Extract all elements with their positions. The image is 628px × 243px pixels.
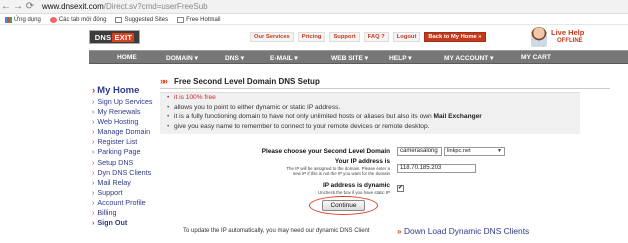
domain-suffix-select[interactable]: linkpc.net ▼ xyxy=(444,147,505,156)
bookmark-label: Ứng dụng xyxy=(14,16,41,23)
feature-item: give you easy name to remember to connec… xyxy=(160,122,580,132)
sidebar-item-sign-out[interactable]: Sign Out xyxy=(88,218,178,228)
top-links: Our Services Pricing Support FAQ ? Logou… xyxy=(250,31,490,42)
domain-label: Please choose your Second Level Domain xyxy=(261,148,390,155)
bookmark-label: Các tab mới đóng xyxy=(58,16,107,23)
page-icon xyxy=(177,16,185,23)
nav-domain[interactable]: DOMAIN ▾ xyxy=(166,54,198,62)
domain-suffix-value: linkpc.net xyxy=(447,148,471,154)
page-icon xyxy=(115,16,123,23)
dynamic-ip-hint: Uncheck the box if you have static IP xyxy=(318,190,390,195)
sidebar-item-setup-dns[interactable]: Setup DNS xyxy=(88,158,178,168)
address-bar-row: ← → ⟳ www.dnsexit.com/Direct.sv?cmd=user… xyxy=(0,0,628,14)
forward-icon[interactable]: → xyxy=(12,1,24,13)
bookmark-suggested-sites[interactable]: Suggested Sites xyxy=(115,16,169,23)
faq-link[interactable]: FAQ ? xyxy=(363,31,389,42)
support-link[interactable]: Support xyxy=(329,31,360,42)
logo-exit-text: EXIT xyxy=(112,32,135,42)
double-chevron-icon: »» xyxy=(160,76,168,86)
bottom-note: To update the IP automatically, you may … xyxy=(183,228,370,234)
sidebar-item-mail-relay[interactable]: Mail Relay xyxy=(88,178,178,188)
sidebar-item-account-profile[interactable]: Account Profile xyxy=(88,198,178,208)
main-nav: HOME DOMAIN ▾ DNS ▾ E-MAIL ▾ WEB SITE ▾ … xyxy=(89,50,628,64)
sidebar-item-billing[interactable]: Billing xyxy=(88,208,178,218)
features-list: it is 100% free allows you to point to e… xyxy=(160,92,580,134)
feature-item: it is a fully functioning domain to have… xyxy=(160,112,580,122)
feature-bold-text: Mail Exchanger xyxy=(433,113,482,121)
bookmark-apps[interactable]: Ứng dụng xyxy=(5,16,41,23)
page-title-row: »» Free Second Level Domain DNS Setup xyxy=(160,76,320,86)
nav-my-account[interactable]: MY ACCOUNT ▾ xyxy=(444,54,493,62)
download-dns-clients-link[interactable]: Down Load Dynamic DNS Clients xyxy=(404,226,529,236)
logo-dns-text: DNS xyxy=(94,32,112,42)
live-help-text: Live Help OFFLINE xyxy=(551,29,584,45)
feature-text: it is a fully functioning domain to have… xyxy=(174,113,434,121)
double-chevron-icon: » xyxy=(397,227,402,236)
nav-help[interactable]: HELP ▾ xyxy=(389,54,412,62)
nav-dns[interactable]: DNS ▾ xyxy=(225,54,244,62)
url-path: /Direct.sv?cmd=userFreeSub xyxy=(103,2,208,11)
bookmark-free-hotmail[interactable]: Free Hotmail xyxy=(177,16,221,23)
pricing-link[interactable]: Pricing xyxy=(297,31,326,42)
bookmark-label: Suggested Sites xyxy=(124,16,169,23)
ip-address-input[interactable]: 118.70.185.203 xyxy=(397,164,476,173)
page-title: Free Second Level Domain DNS Setup xyxy=(174,76,320,86)
live-help-status: OFFLINE xyxy=(557,38,583,44)
live-help-title: Live Help xyxy=(551,28,585,37)
ip-hint-2: new IP if this is not the IP you want fo… xyxy=(292,171,390,176)
feature-item: allows you to point to either dynamic or… xyxy=(160,103,580,113)
dynamic-ip-checkbox[interactable]: ✔ xyxy=(397,185,404,192)
sidebar-item-register-list[interactable]: Register List xyxy=(88,137,178,147)
sidebar-item-parking-page[interactable]: Parking Page xyxy=(88,147,178,157)
bookmark-label: Free Hotmail xyxy=(186,16,221,23)
feature-text: allows you to point to either dynamic or… xyxy=(174,103,341,111)
nav-home[interactable]: HOME xyxy=(117,54,137,61)
ip-label: Your IP address is xyxy=(334,158,390,165)
reload-icon[interactable]: ⟳ xyxy=(24,1,36,13)
sidebar-item-dyn-dns-clients[interactable]: Dyn DNS Clients xyxy=(88,168,178,178)
bookmark-recent-tabs[interactable]: Các tab mới đóng xyxy=(49,16,107,23)
back-to-home-link[interactable]: Back to My Home » xyxy=(424,31,486,42)
bookmarks-bar: Ứng dụng Các tab mới đóng Suggested Site… xyxy=(0,15,628,25)
logout-link[interactable]: Logout xyxy=(392,31,421,42)
feature-text: give you easy name to remember to connec… xyxy=(174,122,430,130)
title-divider xyxy=(160,88,610,89)
nav-email[interactable]: E-MAIL ▾ xyxy=(270,54,298,62)
dynamic-ip-label: IP address is dynamic xyxy=(322,182,390,189)
our-services-link[interactable]: Our Services xyxy=(250,31,294,42)
feature-item: it is 100% free xyxy=(160,93,580,103)
url-bar[interactable]: www.dnsexit.com/Direct.sv?cmd=userFreeSu… xyxy=(42,1,208,12)
support-agent-icon xyxy=(531,27,547,47)
domain-name-input[interactable]: camerasalong xyxy=(397,147,442,156)
recent-tabs-icon xyxy=(49,16,57,23)
back-icon[interactable]: ← xyxy=(0,1,12,13)
chevron-down-icon: ▼ xyxy=(497,148,502,154)
url-host: www.dnsexit.com xyxy=(42,2,104,11)
continue-button[interactable]: Continue xyxy=(322,200,365,211)
sidebar-item-support[interactable]: Support xyxy=(88,188,178,198)
dnsexit-logo[interactable]: DNS EXIT xyxy=(89,30,140,44)
nav-website[interactable]: WEB SITE ▾ xyxy=(331,54,368,62)
live-help-widget[interactable]: Live Help OFFLINE xyxy=(531,26,616,48)
feature-text: it is 100% free xyxy=(174,94,216,101)
nav-my-cart[interactable]: MY CART xyxy=(521,54,551,61)
apps-grid-icon xyxy=(5,16,12,23)
